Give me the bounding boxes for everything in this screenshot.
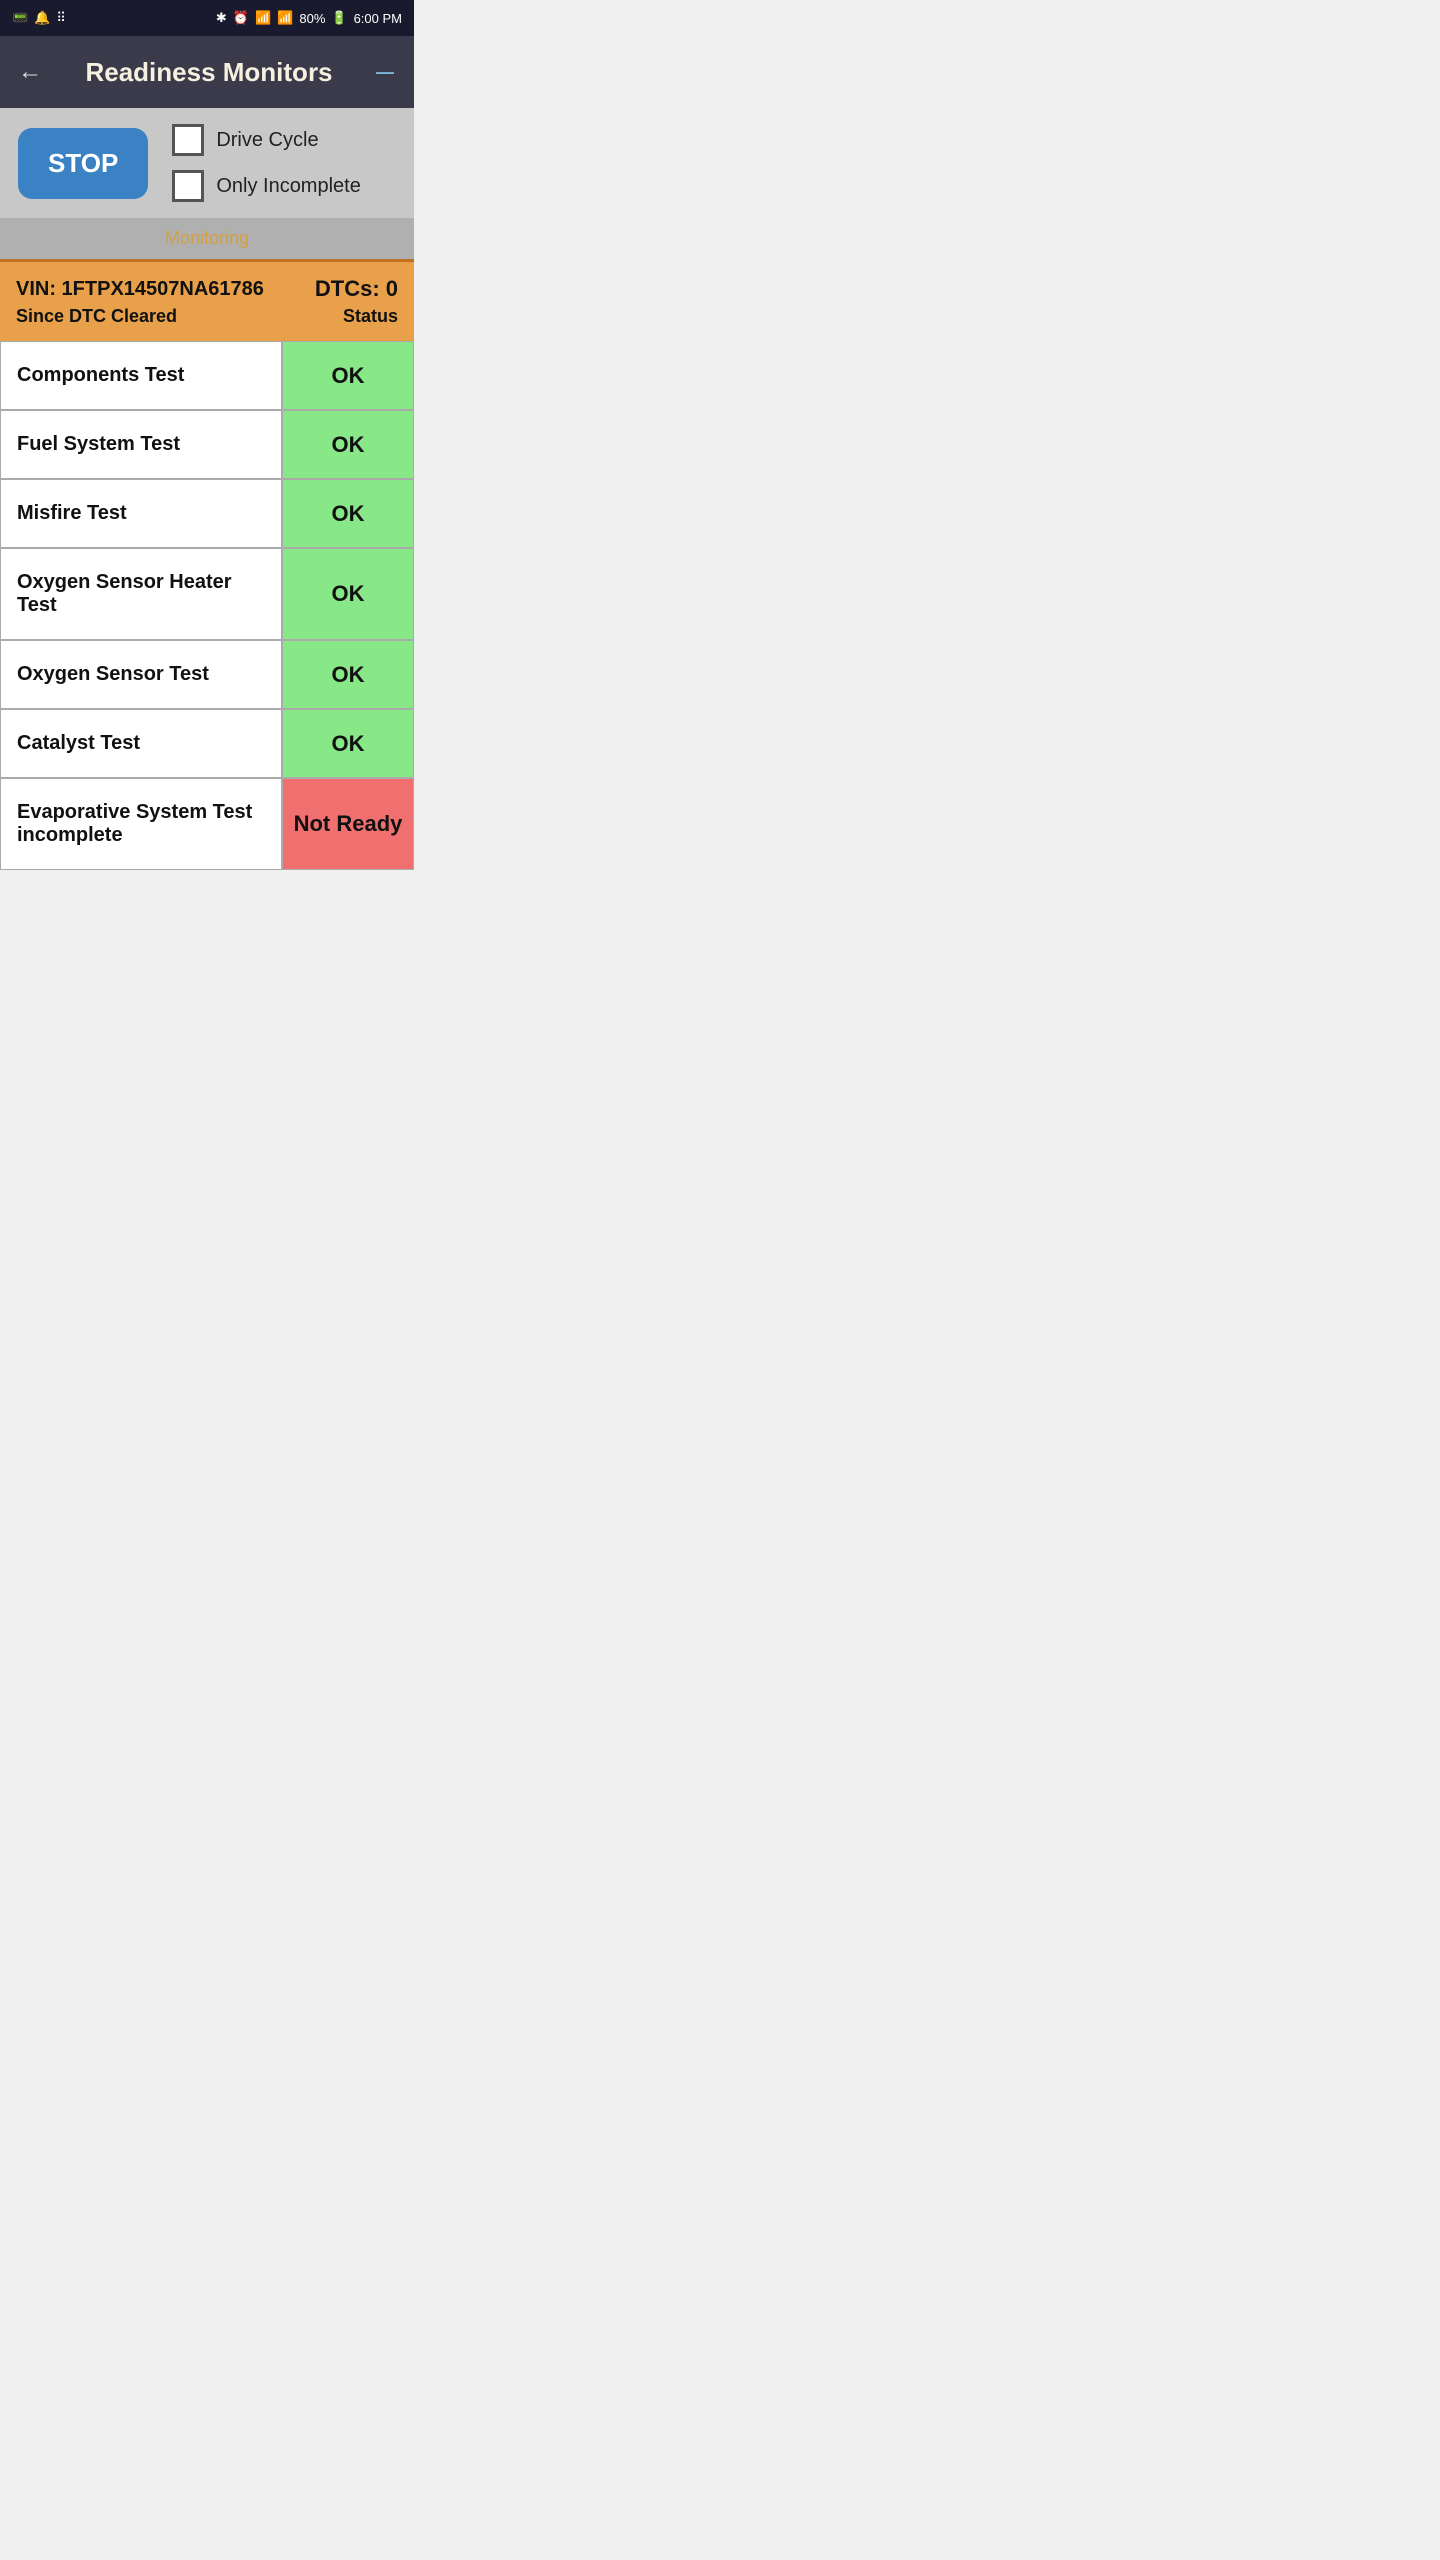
- status-bar: 📟 🔔 ⠿ ✱ ⏰ 📶 📶 80% 🔋 6:00 PM: [0, 0, 414, 36]
- monitor-name-cell: Catalyst Test: [1, 710, 283, 777]
- monitor-name-cell: Oxygen Sensor Test: [1, 641, 283, 708]
- apps-icon: ⠿: [56, 10, 66, 26]
- monitor-name-cell: Oxygen Sensor Heater Test: [1, 549, 283, 639]
- monitor-row: Fuel System TestOK: [0, 410, 414, 479]
- app-header: ← Readiness Monitors —: [0, 36, 414, 108]
- monitor-row: Evaporative System Test incompleteNot Re…: [0, 778, 414, 870]
- monitor-row: Oxygen Sensor Heater TestOK: [0, 548, 414, 640]
- monitor-status-cell: OK: [283, 549, 413, 639]
- status-bar-right: ✱ ⏰ 📶 📶 80% 🔋 6:00 PM: [216, 10, 402, 26]
- only-incomplete-checkbox-item[interactable]: Only Incomplete: [172, 170, 361, 202]
- dtc-count: DTCs: 0: [315, 276, 398, 302]
- only-incomplete-checkbox[interactable]: [172, 170, 204, 202]
- clock-time: 6:00 PM: [354, 11, 402, 26]
- alarm-icon: ⏰: [233, 10, 249, 26]
- monitor-status-cell: OK: [283, 342, 413, 409]
- monitor-name-cell: Fuel System Test: [1, 411, 283, 478]
- monitor-name-cell: Evaporative System Test incomplete: [1, 779, 283, 869]
- monitoring-status-bar: Monitoring: [0, 218, 414, 259]
- checkboxes-group: Drive Cycle Only Incomplete: [172, 124, 361, 202]
- page-title: Readiness Monitors: [42, 57, 376, 88]
- voicemail-icon: 📟: [12, 10, 28, 26]
- monitor-row: Catalyst TestOK: [0, 709, 414, 778]
- battery-icon: 🔋: [331, 10, 347, 26]
- monitor-status-cell: OK: [283, 480, 413, 547]
- bottom-spacer: [0, 870, 414, 910]
- monitor-row: Misfire TestOK: [0, 479, 414, 548]
- bluetooth-icon: ✱: [216, 10, 227, 26]
- monitor-row: Oxygen Sensor TestOK: [0, 640, 414, 709]
- status-bar-left: 📟 🔔 ⠿: [12, 10, 66, 26]
- signal-icon: 📶: [277, 10, 293, 26]
- status-column-header: Status: [343, 306, 398, 327]
- drive-cycle-checkbox[interactable]: [172, 124, 204, 156]
- drive-cycle-label: Drive Cycle: [216, 129, 318, 152]
- since-dtc-label: Since DTC Cleared: [16, 306, 177, 327]
- battery-percent: 80%: [299, 11, 325, 26]
- vin-number: VIN: 1FTPX14507NA61786: [16, 278, 264, 301]
- monitor-row: Components TestOK: [0, 341, 414, 410]
- menu-icon[interactable]: —: [376, 62, 396, 83]
- controls-bar: STOP Drive Cycle Only Incomplete: [0, 108, 414, 218]
- monitor-status-cell: OK: [283, 641, 413, 708]
- monitor-status-cell: Not Ready: [283, 779, 413, 869]
- monitors-table: Components TestOKFuel System TestOKMisfi…: [0, 341, 414, 870]
- monitor-status-cell: OK: [283, 411, 413, 478]
- back-button[interactable]: ←: [18, 58, 42, 86]
- only-incomplete-label: Only Incomplete: [216, 175, 361, 198]
- drive-cycle-checkbox-item[interactable]: Drive Cycle: [172, 124, 361, 156]
- monitoring-text: Monitoring: [165, 228, 249, 248]
- vin-section: VIN: 1FTPX14507NA61786 DTCs: 0 Since DTC…: [0, 259, 414, 341]
- monitor-status-cell: OK: [283, 710, 413, 777]
- monitor-name-cell: Misfire Test: [1, 480, 283, 547]
- wifi-icon: 📶: [255, 10, 271, 26]
- notifications-icon: 🔔: [34, 10, 50, 26]
- monitor-name-cell: Components Test: [1, 342, 283, 409]
- stop-button[interactable]: STOP: [18, 128, 148, 199]
